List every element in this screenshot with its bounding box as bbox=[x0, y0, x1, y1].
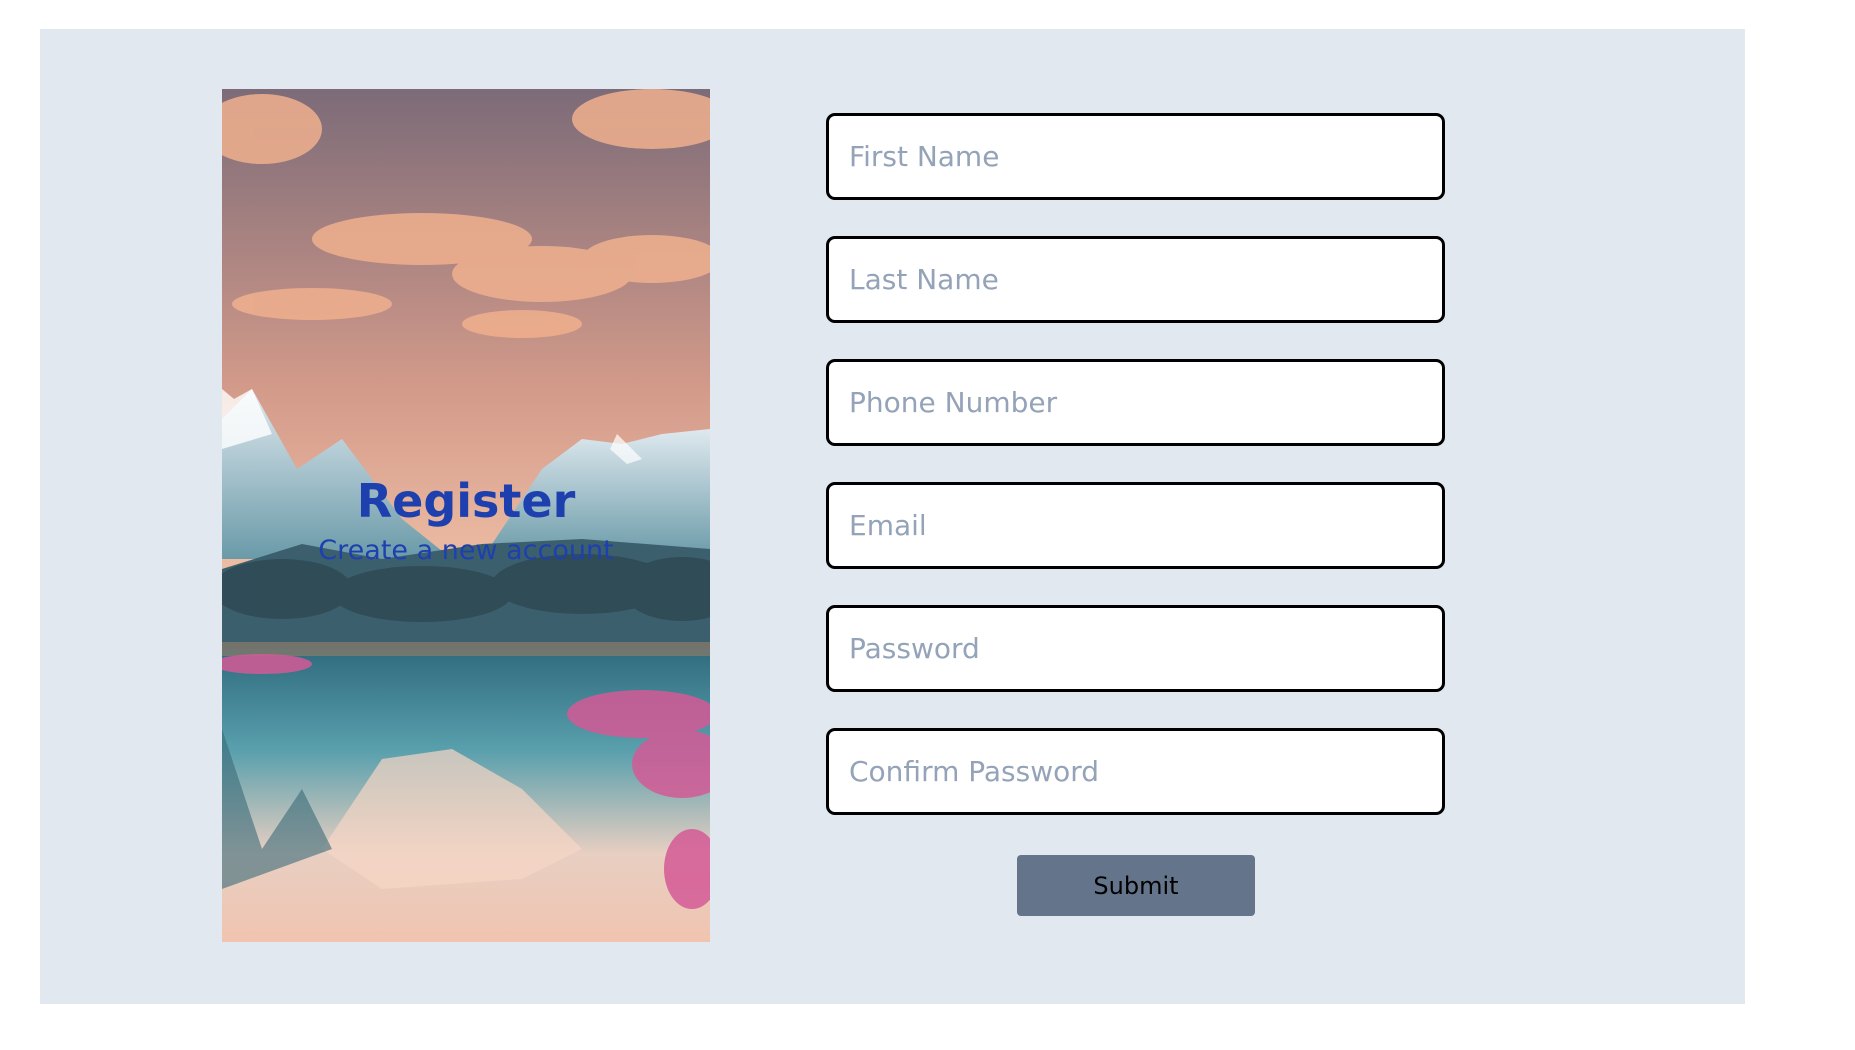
page-title: Register bbox=[356, 474, 576, 528]
first-name-field[interactable] bbox=[826, 113, 1445, 200]
submit-button[interactable]: Submit bbox=[1017, 855, 1255, 916]
password-field[interactable] bbox=[826, 605, 1445, 692]
hero-image: Register Create a new account bbox=[222, 89, 710, 942]
hero-text: Register Create a new account bbox=[222, 473, 710, 568]
register-panel: Register Create a new account Submit bbox=[40, 29, 1745, 1004]
page-subtitle: Create a new account bbox=[318, 534, 614, 566]
email-field[interactable] bbox=[826, 482, 1445, 569]
last-name-field[interactable] bbox=[826, 236, 1445, 323]
register-form bbox=[826, 113, 1445, 851]
phone-number-field[interactable] bbox=[826, 359, 1445, 446]
confirm-password-field[interactable] bbox=[826, 728, 1445, 815]
